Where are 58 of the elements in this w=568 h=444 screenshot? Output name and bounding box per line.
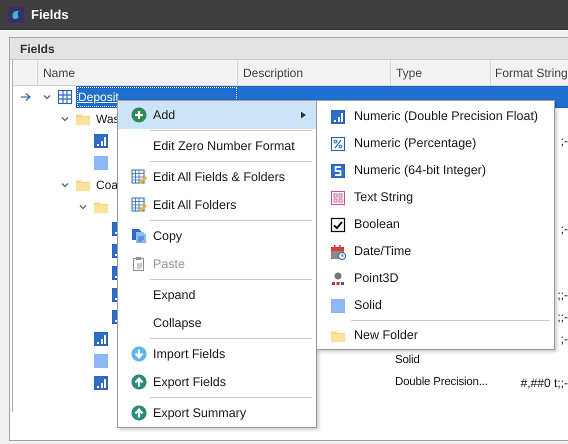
- menu-item[interactable]: New Folder: [317, 322, 554, 349]
- expander-chevron-icon[interactable]: [60, 180, 70, 190]
- menu-item[interactable]: Import Fields: [118, 340, 316, 368]
- window-title: Fields: [31, 6, 69, 24]
- table-cell-text: ;;-: [556, 309, 568, 326]
- upload-icon: [131, 374, 147, 390]
- column-header[interactable]: Type: [391, 60, 491, 85]
- expander-chevron-icon[interactable]: [78, 202, 88, 212]
- menu-item[interactable]: Copy: [118, 222, 316, 250]
- column-header[interactable]: Format String: [491, 60, 568, 85]
- add-icon: [131, 107, 147, 123]
- menu-item[interactable]: Text String: [317, 184, 554, 211]
- column-header[interactable]: Name: [38, 60, 238, 85]
- upload-icon: [131, 405, 147, 421]
- percent-icon: [330, 136, 346, 152]
- checkbox-icon: [330, 216, 346, 232]
- menu-item[interactable]: Point3D: [317, 265, 554, 292]
- menu-item[interactable]: Numeric (Double Precision Float): [317, 103, 554, 130]
- menu-item[interactable]: Expand: [118, 281, 316, 309]
- grid-icon: [57, 89, 73, 105]
- grid-pencil-icon: [131, 169, 147, 185]
- table-cell-text: ;-: [560, 331, 568, 348]
- numeric-icon: [330, 108, 346, 124]
- table-cell-text: Solid: [394, 353, 421, 368]
- numeric-icon: [93, 375, 109, 391]
- grid-pencil-icon: [131, 197, 147, 213]
- point-icon: [330, 270, 346, 286]
- table-cell-text: #,##0 t;;-: [520, 375, 568, 392]
- table-cell-text: ;-: [560, 133, 568, 150]
- table-cell-text: ;-: [560, 221, 568, 238]
- table-cell-text: Double Precision...: [394, 375, 489, 390]
- integer-icon: [330, 162, 346, 178]
- calendar-clock-icon: [330, 244, 346, 260]
- numeric-icon: [93, 133, 109, 149]
- expander-chevron-icon[interactable]: [42, 92, 52, 102]
- copy-icon: [131, 228, 147, 244]
- menu-item[interactable]: Solid: [317, 292, 554, 319]
- table-cell-text: ;;-: [556, 287, 568, 304]
- menu-item[interactable]: Numeric (Percentage): [317, 130, 554, 157]
- menu-item[interactable]: Collapse: [118, 309, 316, 337]
- clipboard-icon: [131, 256, 147, 272]
- menu-item[interactable]: Add: [118, 101, 316, 129]
- column-header[interactable]: Description: [238, 60, 391, 85]
- solid-square-icon: [330, 298, 346, 314]
- solid-square-icon: [93, 155, 109, 171]
- numeric-icon: [93, 331, 109, 347]
- text-string-icon: [330, 190, 346, 206]
- menu-item[interactable]: Numeric (64-bit Integer): [317, 157, 554, 184]
- menu-item[interactable]: Date/Time: [317, 238, 554, 265]
- menu-item[interactable]: Edit Zero Number Format: [118, 132, 316, 160]
- download-icon: [131, 346, 147, 362]
- expander-chevron-icon[interactable]: [60, 114, 70, 124]
- solid-square-icon: [93, 353, 109, 369]
- app-logo-icon: [8, 7, 24, 23]
- menu-item[interactable]: Export Fields: [118, 368, 316, 396]
- menu-item[interactable]: Boolean: [317, 211, 554, 238]
- panel-title: Fields: [20, 40, 55, 58]
- menu-item[interactable]: Export Summary: [118, 399, 316, 427]
